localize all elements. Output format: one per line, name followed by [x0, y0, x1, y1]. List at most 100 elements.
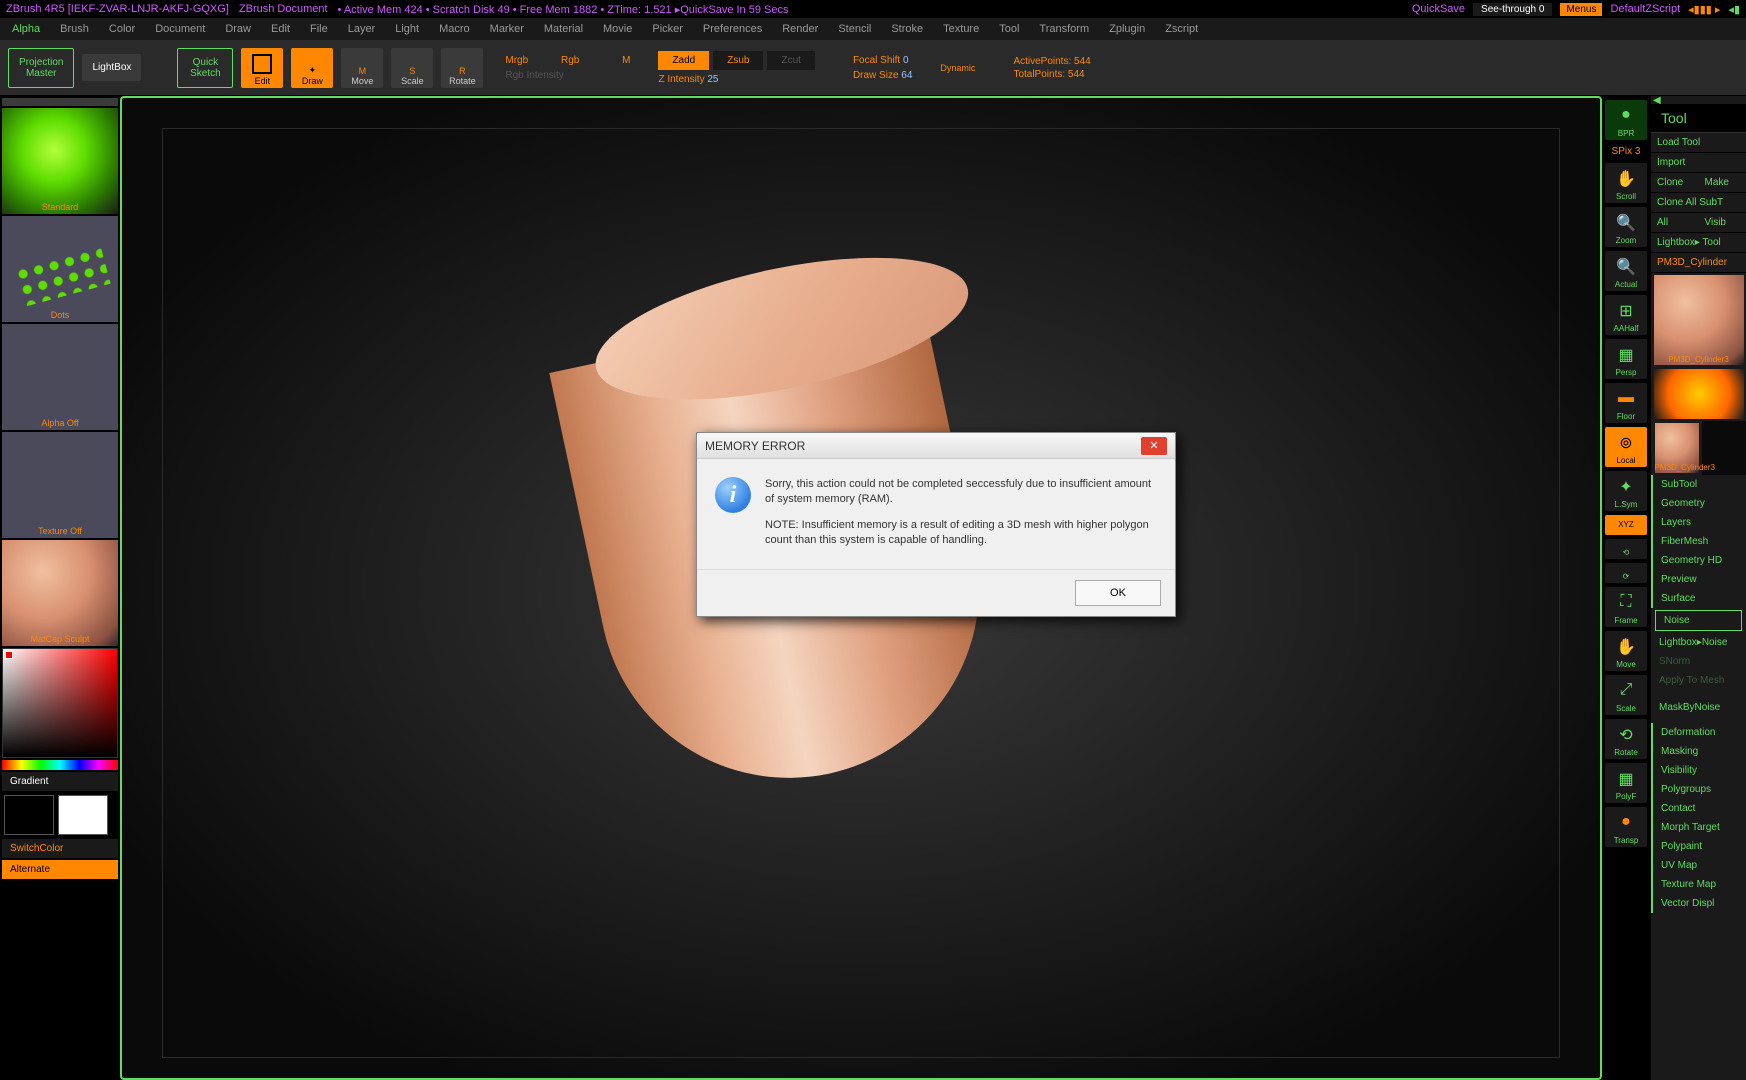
persp-button[interactable]: ▦Persp — [1605, 339, 1647, 379]
section-surface[interactable]: Surface — [1653, 589, 1746, 608]
spix-label[interactable]: SPix 3 — [1612, 144, 1641, 159]
color-swatch-white[interactable] — [58, 795, 108, 835]
mrgb-button[interactable]: Mrgb — [505, 55, 528, 66]
menu-light[interactable]: Light — [387, 21, 427, 37]
texture-thumbnail[interactable]: Texture Off — [2, 432, 118, 538]
brush-thumbnail[interactable]: Standard — [2, 108, 118, 214]
color-swatch-black[interactable] — [4, 795, 54, 835]
tool-thumbnail-small[interactable]: PM3D_Cylinder3 — [1655, 423, 1699, 473]
collapse-icon[interactable]: ◂▮ — [1728, 3, 1740, 16]
section-subtool[interactable]: SubTool — [1653, 475, 1746, 494]
visib-button[interactable]: Visib — [1699, 213, 1746, 233]
rot-y-icon[interactable]: ⟲ — [1605, 539, 1647, 559]
local-button[interactable]: ⊚Local — [1605, 427, 1647, 467]
section-morphtarget[interactable]: Morph Target — [1653, 818, 1746, 837]
gradient-button[interactable]: Gradient — [2, 772, 118, 791]
rotate-view-button[interactable]: ⟲Rotate — [1605, 719, 1647, 759]
section-contact[interactable]: Contact — [1653, 799, 1746, 818]
lightbox-noise-button[interactable]: Lightbox▸Noise — [1651, 633, 1746, 652]
hue-slider[interactable] — [2, 760, 118, 770]
section-geometryhd[interactable]: Geometry HD — [1653, 551, 1746, 570]
section-polypaint[interactable]: Polypaint — [1653, 837, 1746, 856]
menu-preferences[interactable]: Preferences — [695, 21, 770, 37]
tool-thumbnail-main[interactable]: PM3D_Cylinder3 — [1654, 275, 1744, 365]
move-mode-button[interactable]: MMove — [341, 48, 383, 88]
rotate-mode-button[interactable]: RRotate — [441, 48, 483, 88]
menu-transform[interactable]: Transform — [1031, 21, 1097, 37]
section-vectordispl[interactable]: Vector Displ — [1653, 894, 1746, 913]
menu-tool[interactable]: Tool — [991, 21, 1027, 37]
scale-mode-button[interactable]: SScale — [391, 48, 433, 88]
dialog-ok-button[interactable]: OK — [1075, 580, 1161, 606]
aahalf-button[interactable]: ⊞AAHalf — [1605, 295, 1647, 335]
dialog-close-button[interactable]: ✕ — [1141, 437, 1167, 455]
section-deformation[interactable]: Deformation — [1653, 723, 1746, 742]
menu-document[interactable]: Document — [147, 21, 213, 37]
m-button[interactable]: M — [622, 55, 630, 66]
menu-render[interactable]: Render — [774, 21, 826, 37]
switchcolor-button[interactable]: SwitchColor — [2, 839, 118, 858]
color-picker[interactable] — [2, 648, 118, 758]
section-fibermesh[interactable]: FiberMesh — [1653, 532, 1746, 551]
menu-material[interactable]: Material — [536, 21, 591, 37]
menu-color[interactable]: Color — [101, 21, 143, 37]
menu-movie[interactable]: Movie — [595, 21, 640, 37]
rgb-intensity-slider[interactable]: Rgb Intensity — [505, 70, 630, 81]
material-thumbnail[interactable]: MatCap Sculpt — [2, 540, 118, 646]
section-preview[interactable]: Preview — [1653, 570, 1746, 589]
section-geometry[interactable]: Geometry — [1653, 494, 1746, 513]
scale-view-button[interactable]: ⤢Scale — [1605, 675, 1647, 715]
actual-button[interactable]: 🔍Actual — [1605, 251, 1647, 291]
section-polygroups[interactable]: Polygroups — [1653, 780, 1746, 799]
move-view-button[interactable]: ✋Move — [1605, 631, 1647, 671]
all-button[interactable]: All — [1651, 213, 1699, 233]
projection-master-button[interactable]: Projection Master — [8, 48, 74, 88]
stroke-thumbnail[interactable]: Dots — [2, 216, 118, 322]
frame-button[interactable]: ⛶Frame — [1605, 587, 1647, 627]
import-button[interactable]: Import — [1651, 153, 1746, 173]
focal-shift-slider[interactable]: Focal Shift 0 — [853, 55, 912, 66]
section-masking[interactable]: Masking — [1653, 742, 1746, 761]
dynamic-toggle[interactable]: Dynamic — [940, 63, 975, 73]
dialog-titlebar[interactable]: MEMORY ERROR ✕ — [697, 433, 1175, 459]
quicksave-label[interactable]: QuickSave — [1412, 3, 1465, 15]
apply-to-mesh-button[interactable]: Apply To Mesh — [1651, 671, 1746, 690]
default-zscript[interactable]: DefaultZScript — [1610, 3, 1680, 15]
zadd-button[interactable]: Zadd — [658, 51, 709, 70]
menu-picker[interactable]: Picker — [644, 21, 691, 37]
clone-button[interactable]: Clone — [1651, 173, 1699, 193]
menu-zscript[interactable]: Zscript — [1157, 21, 1206, 37]
draw-size-slider[interactable]: Draw Size 64 — [853, 70, 912, 81]
zoom-button[interactable]: 🔍Zoom — [1605, 207, 1647, 247]
scrollbar-left[interactable] — [2, 98, 118, 106]
edit-mode-button[interactable]: Edit — [241, 48, 283, 88]
scroll-button[interactable]: ✋Scroll — [1605, 163, 1647, 203]
section-visibility[interactable]: Visibility — [1653, 761, 1746, 780]
maskbynoise-button[interactable]: MaskByNoise — [1651, 698, 1746, 717]
menu-macro[interactable]: Macro — [431, 21, 478, 37]
menu-layer[interactable]: Layer — [340, 21, 384, 37]
bpr-button[interactable]: ●BPR — [1605, 100, 1647, 140]
window-controls-icon[interactable]: ◂▮▮▮ ▸ — [1688, 3, 1720, 16]
menu-edit[interactable]: Edit — [263, 21, 298, 37]
lsym-button[interactable]: ✦L.Sym — [1605, 471, 1647, 511]
menu-alpha[interactable]: Alpha — [4, 21, 48, 37]
lightbox-button[interactable]: LightBox — [82, 54, 141, 81]
menu-zplugin[interactable]: Zplugin — [1101, 21, 1153, 37]
lightbox-tool-button[interactable]: Lightbox▸ Tool — [1651, 233, 1746, 253]
menu-brush[interactable]: Brush — [52, 21, 97, 37]
z-intensity-slider[interactable]: Z Intensity 25 — [658, 74, 814, 85]
zcut-button[interactable]: Zcut — [767, 51, 814, 70]
section-uvmap[interactable]: UV Map — [1653, 856, 1746, 875]
floor-button[interactable]: ▬Floor — [1605, 383, 1647, 423]
section-layers[interactable]: Layers — [1653, 513, 1746, 532]
section-texturemap[interactable]: Texture Map — [1653, 875, 1746, 894]
rgb-button[interactable]: Rgb — [561, 55, 579, 66]
menu-stroke[interactable]: Stroke — [883, 21, 931, 37]
make-button[interactable]: Make — [1699, 173, 1746, 193]
polyf-button[interactable]: ▦PolyF — [1605, 763, 1647, 803]
load-tool-button[interactable]: Load Tool — [1651, 133, 1746, 153]
noise-button[interactable]: Noise — [1655, 610, 1742, 631]
menu-marker[interactable]: Marker — [482, 21, 532, 37]
alpha-thumbnail[interactable]: Alpha Off — [2, 324, 118, 430]
